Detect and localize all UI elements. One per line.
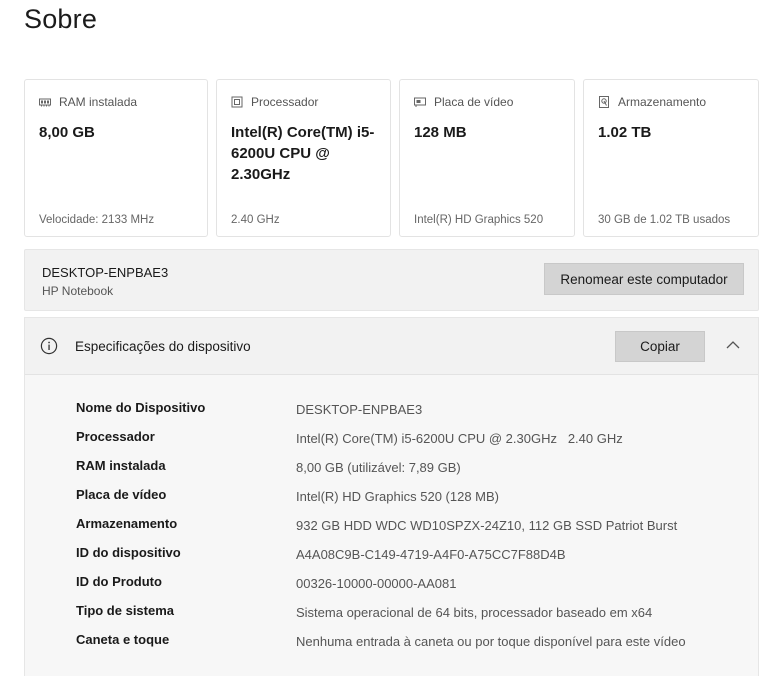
summary-cards: RAM instalada 8,00 GB Velocidade: 2133 M… bbox=[24, 79, 759, 239]
computer-model: HP Notebook bbox=[42, 284, 114, 298]
storage-card-header: Armazenamento bbox=[598, 95, 706, 109]
device-specs-header[interactable]: Especificações do dispositivo Copiar bbox=[25, 318, 758, 375]
ram-card-header: RAM instalada bbox=[39, 95, 137, 109]
gpu-card-value: 128 MB bbox=[414, 124, 467, 141]
storage-icon bbox=[598, 96, 610, 108]
spec-label: Processador bbox=[76, 429, 155, 444]
spec-label: ID do Produto bbox=[76, 574, 162, 589]
processor-card-header: Processador bbox=[231, 95, 318, 109]
spec-value: Intel(R) Core(TM) i5-6200U CPU @ 2.30GHz… bbox=[296, 431, 623, 446]
storage-card-value: 1.02 TB bbox=[598, 124, 652, 141]
ram-card: RAM instalada 8,00 GB Velocidade: 2133 M… bbox=[24, 79, 208, 237]
spec-label: ID do dispositivo bbox=[76, 545, 181, 560]
copy-button[interactable]: Copiar bbox=[615, 331, 705, 362]
spec-value: Nenhuma entrada à caneta ou por toque di… bbox=[296, 634, 686, 649]
ram-icon bbox=[39, 96, 51, 108]
spec-value: 8,00 GB (utilizável: 7,89 GB) bbox=[296, 460, 461, 475]
device-specs-title: Especificações do dispositivo bbox=[75, 339, 251, 354]
spec-value: Intel(R) HD Graphics 520 (128 MB) bbox=[296, 489, 500, 504]
gpu-icon bbox=[414, 96, 426, 108]
processor-card: Processador Intel(R) Core(TM) i5-6200U C… bbox=[216, 79, 391, 237]
spec-label: Caneta e toque bbox=[76, 632, 170, 647]
storage-card-footer: 30 GB de 1.02 TB usados bbox=[598, 214, 731, 226]
gpu-card: Placa de vídeo 128 MB Intel(R) HD Graphi… bbox=[399, 79, 575, 237]
device-specs-body: Nome do Dispositivo DESKTOP-ENPBAE3 Proc… bbox=[25, 375, 758, 676]
spec-label: Nome do Dispositivo bbox=[76, 400, 206, 415]
gpu-card-footer: Intel(R) HD Graphics 520 bbox=[414, 214, 544, 226]
spec-label: Placa de vídeo bbox=[76, 487, 167, 502]
device-specs-panel: Especificações do dispositivo Copiar Nom… bbox=[24, 317, 759, 676]
spec-label: Tipo de sistema bbox=[76, 603, 175, 618]
processor-icon bbox=[231, 96, 243, 108]
page-title: Sobre bbox=[24, 4, 98, 34]
ram-card-label: RAM instalada bbox=[59, 95, 138, 109]
processor-card-label: Processador bbox=[251, 95, 319, 109]
spec-value: Sistema operacional de 64 bits, processa… bbox=[296, 605, 653, 620]
processor-card-footer: 2.40 GHz bbox=[231, 214, 280, 226]
storage-card: Armazenamento 1.02 TB 30 GB de 1.02 TB u… bbox=[583, 79, 759, 237]
spec-label: Armazenamento bbox=[76, 516, 178, 531]
spec-value: 00326-10000-00000-AA081 bbox=[296, 576, 457, 591]
gpu-card-label: Placa de vídeo bbox=[434, 95, 514, 109]
ram-card-value: 8,00 GB bbox=[39, 124, 95, 141]
chevron-up-icon[interactable] bbox=[725, 339, 741, 351]
storage-card-label: Armazenamento bbox=[618, 95, 707, 109]
info-icon bbox=[40, 337, 58, 355]
rename-computer-button[interactable]: Renomear este computador bbox=[544, 263, 744, 295]
spec-value: DESKTOP-ENPBAE3 bbox=[296, 402, 423, 417]
spec-label: RAM instalada bbox=[76, 458, 166, 473]
computer-name: DESKTOP-ENPBAE3 bbox=[42, 265, 169, 280]
ram-card-footer: Velocidade: 2133 MHz bbox=[39, 214, 155, 226]
processor-card-value: Intel(R) Core(TM) i5-6200U CPU @ 2.30GHz bbox=[231, 124, 375, 183]
computer-name-panel: DESKTOP-ENPBAE3 HP Notebook Renomear est… bbox=[24, 249, 759, 311]
spec-value: A4A08C9B-C149-4719-A4F0-A75CC7F88D4B bbox=[296, 547, 566, 562]
gpu-card-header: Placa de vídeo bbox=[414, 95, 513, 109]
spec-value: 932 GB HDD WDC WD10SPZX-24Z10, 112 GB SS… bbox=[296, 518, 678, 533]
